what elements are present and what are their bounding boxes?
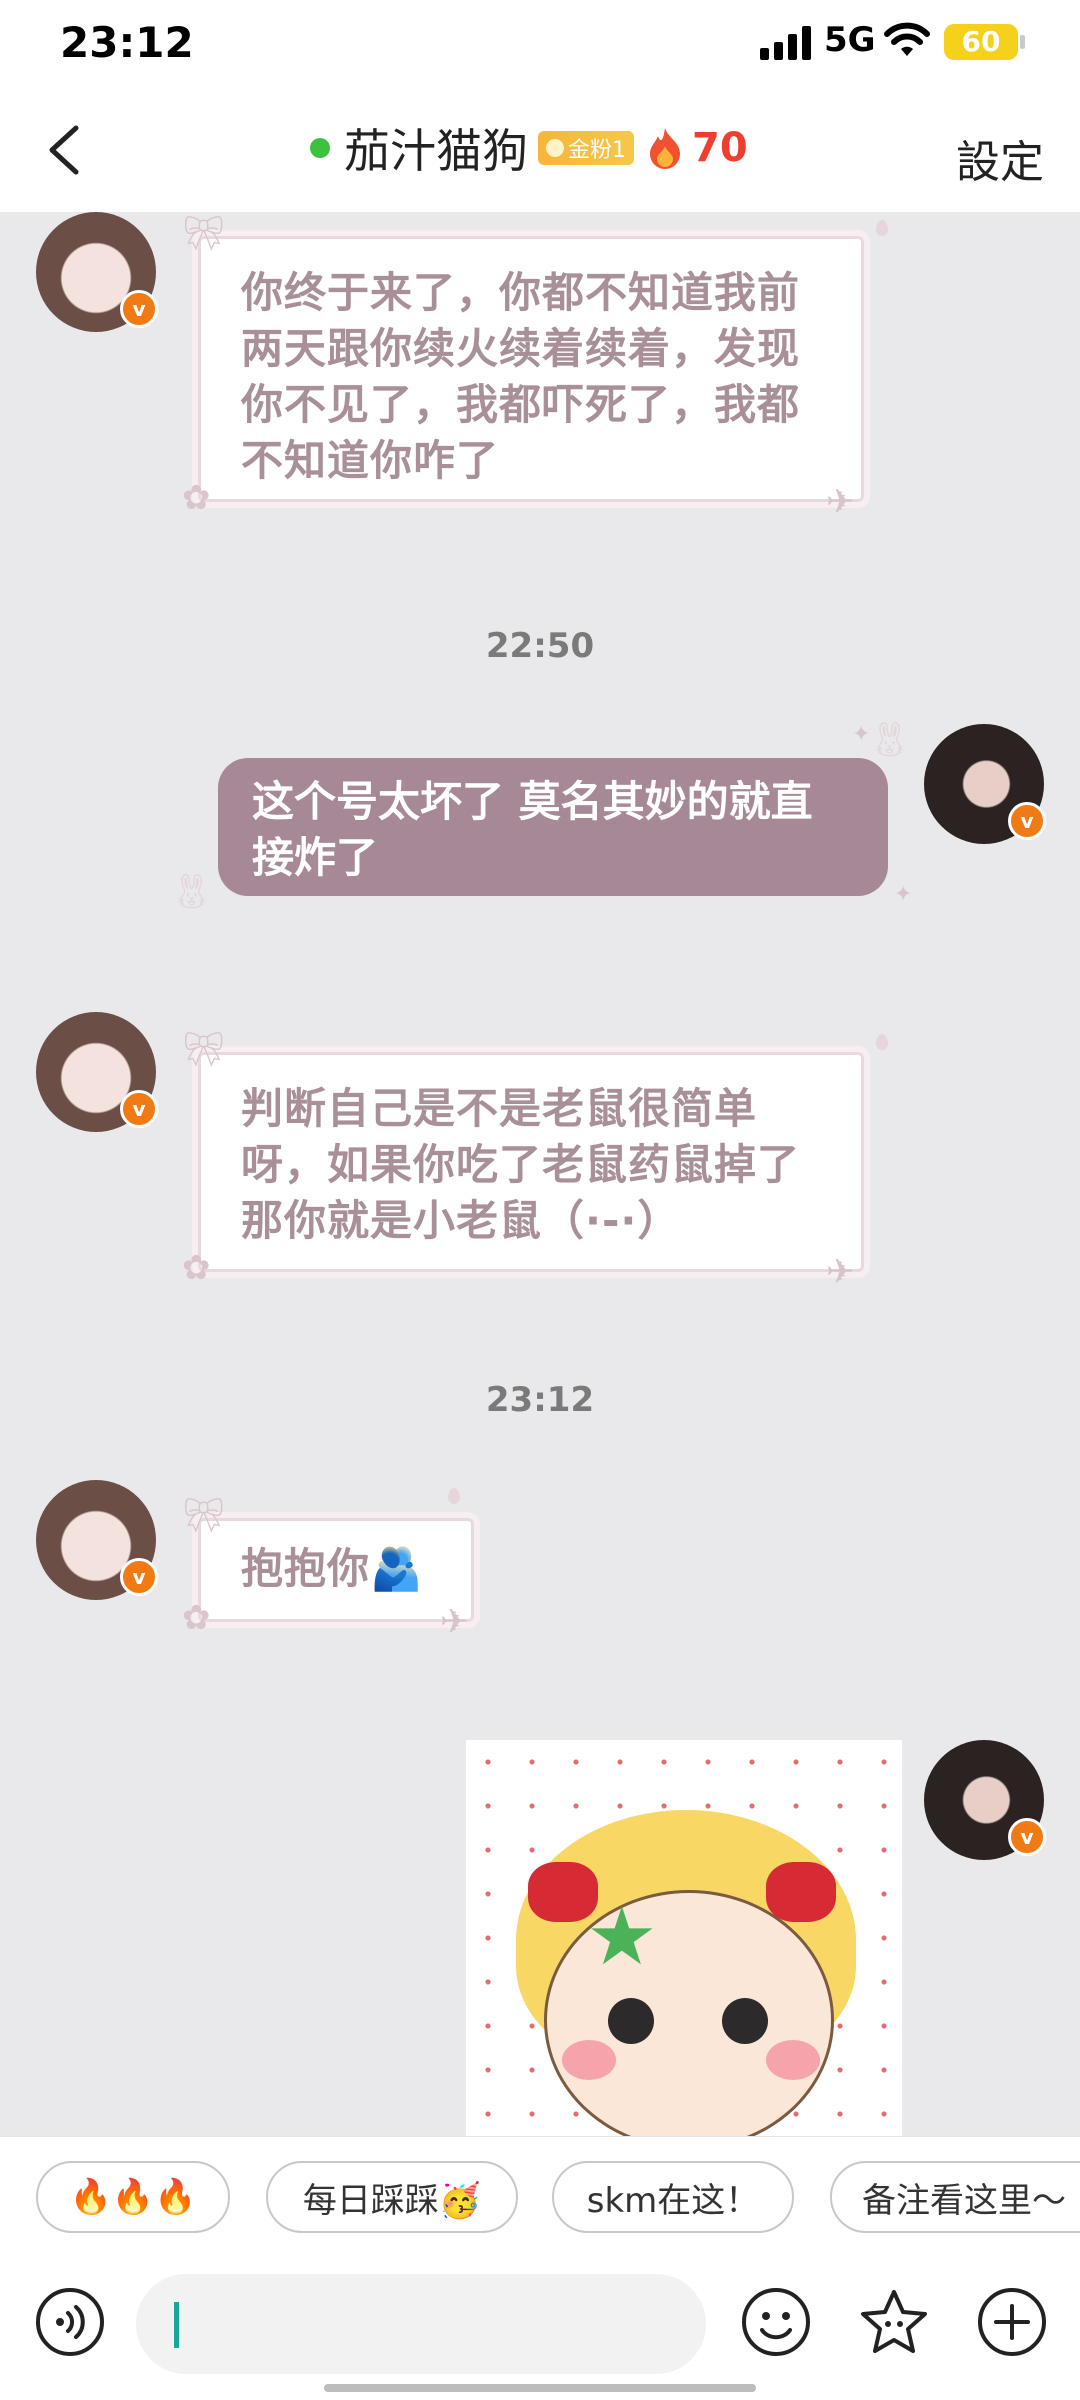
contact-avatar[interactable]: v bbox=[36, 212, 158, 332]
quick-reply-bar: 🔥🔥🔥 每日踩踩🥳 skm在这！ 备注看这里～ bbox=[0, 2136, 1080, 2264]
quick-reply-chip[interactable]: skm在这！ bbox=[552, 2161, 794, 2233]
message-card[interactable]: 判断自己是不是老鼠很简单呀，如果你吃了老鼠药鼠掉了那你就是小老鼠（·-·） bbox=[198, 1052, 864, 1272]
fire-streak-count: 70 bbox=[692, 125, 748, 171]
bow-decoration-icon: 🎀︎ bbox=[182, 214, 226, 254]
message-text: 判断自己是不是老鼠很简单呀，如果你吃了老鼠药鼠掉了那你就是小老鼠（·-·） bbox=[241, 1084, 801, 1245]
message-input[interactable] bbox=[136, 2274, 706, 2374]
verified-badge: v bbox=[120, 1558, 158, 1596]
status-time: 23:12 bbox=[60, 18, 194, 67]
crying-girl-sticker[interactable]: ★ bbox=[466, 1740, 902, 2136]
flower-decoration-icon: ✿ bbox=[182, 478, 211, 518]
water-drop-decoration bbox=[448, 1488, 460, 1504]
water-drop-decoration bbox=[876, 1034, 888, 1050]
battery-icon: 60 bbox=[944, 24, 1025, 60]
verified-badge: v bbox=[120, 1090, 158, 1128]
verified-badge: v bbox=[1008, 802, 1046, 840]
wifi-icon bbox=[884, 22, 930, 56]
paper-crane-decoration-icon: ✈ bbox=[826, 482, 855, 522]
message-text: 抱抱你🫂 bbox=[241, 1544, 424, 1593]
sparkle-decoration-icon: ✦ bbox=[894, 882, 913, 907]
message-card[interactable]: 你终于来了，你都不知道我前两天跟你续火续着续着，发现你不见了，我都吓死了，我都不… bbox=[198, 236, 864, 502]
add-plus-icon[interactable] bbox=[976, 2286, 1048, 2358]
verified-badge: v bbox=[1008, 1818, 1046, 1856]
quick-reply-chip[interactable]: 每日踩踩🥳 bbox=[266, 2161, 518, 2233]
sticker-star-icon[interactable] bbox=[858, 2286, 930, 2358]
flower-decoration-icon: ✿ bbox=[182, 1598, 211, 1638]
paper-crane-decoration-icon: ✈ bbox=[826, 1252, 855, 1292]
online-status-dot bbox=[310, 138, 330, 158]
input-bar bbox=[0, 2264, 1080, 2400]
message-timestamp: 22:50 bbox=[485, 626, 595, 666]
gem-icon bbox=[546, 139, 564, 157]
my-avatar[interactable]: v bbox=[924, 724, 1046, 844]
bow-decoration-icon: 🎀︎ bbox=[182, 1030, 226, 1070]
voice-icon[interactable] bbox=[34, 2286, 106, 2358]
back-arrow-icon[interactable] bbox=[36, 120, 96, 180]
quick-reply-chip[interactable]: 备注看这里～ bbox=[830, 2161, 1080, 2233]
text-cursor bbox=[174, 2302, 179, 2348]
bow-decoration-icon: 🎀︎ bbox=[182, 1496, 226, 1536]
chat-header: 茄汁猫狗 金粉1 70 設定 bbox=[0, 90, 1080, 212]
my-message-bubble[interactable]: 这个号太坏了 莫名其妙的就直接炸了 bbox=[218, 758, 888, 896]
my-avatar[interactable]: v bbox=[924, 1740, 1046, 1860]
contact-avatar[interactable]: v bbox=[36, 1480, 158, 1600]
message-card[interactable]: 抱抱你🫂 bbox=[198, 1518, 474, 1622]
bunny-decoration-icon: 🐰︎ bbox=[170, 872, 214, 912]
contact-avatar[interactable]: v bbox=[36, 1012, 158, 1132]
settings-button[interactable]: 設定 bbox=[956, 126, 1044, 190]
contact-name: 茄汁猫狗 bbox=[344, 124, 528, 178]
fan-level-badge: 金粉1 bbox=[538, 131, 634, 165]
verified-badge: v bbox=[120, 290, 158, 328]
status-bar: 23:12 5G 60 bbox=[0, 0, 1080, 90]
bunny-decoration-icon: 🐰︎ bbox=[868, 720, 912, 760]
flower-decoration-icon: ✿ bbox=[182, 1248, 211, 1288]
fire-icon bbox=[650, 128, 680, 169]
emoji-icon[interactable] bbox=[740, 2286, 812, 2358]
message-text: 你终于来了，你都不知道我前两天跟你续火续着续着，发现你不见了，我都吓死了，我都不… bbox=[241, 268, 801, 485]
network-type: 5G bbox=[824, 20, 876, 60]
quick-reply-chip[interactable]: 🔥🔥🔥 bbox=[36, 2161, 230, 2233]
home-indicator bbox=[324, 2384, 756, 2392]
contact-title[interactable]: 茄汁猫狗 金粉1 70 bbox=[310, 118, 748, 178]
message-list[interactable]: v 你终于来了，你都不知道我前两天跟你续火续着续着，发现你不见了，我都吓死了，我… bbox=[0, 212, 1080, 2136]
water-drop-decoration bbox=[876, 220, 888, 236]
fan-badge-label: 金粉1 bbox=[568, 138, 626, 163]
message-timestamp: 23:12 bbox=[485, 1380, 595, 1420]
sparkle-decoration-icon: ✦ bbox=[852, 722, 871, 747]
signal-icon bbox=[760, 24, 814, 60]
paper-crane-decoration-icon: ✈ bbox=[440, 1602, 469, 1642]
